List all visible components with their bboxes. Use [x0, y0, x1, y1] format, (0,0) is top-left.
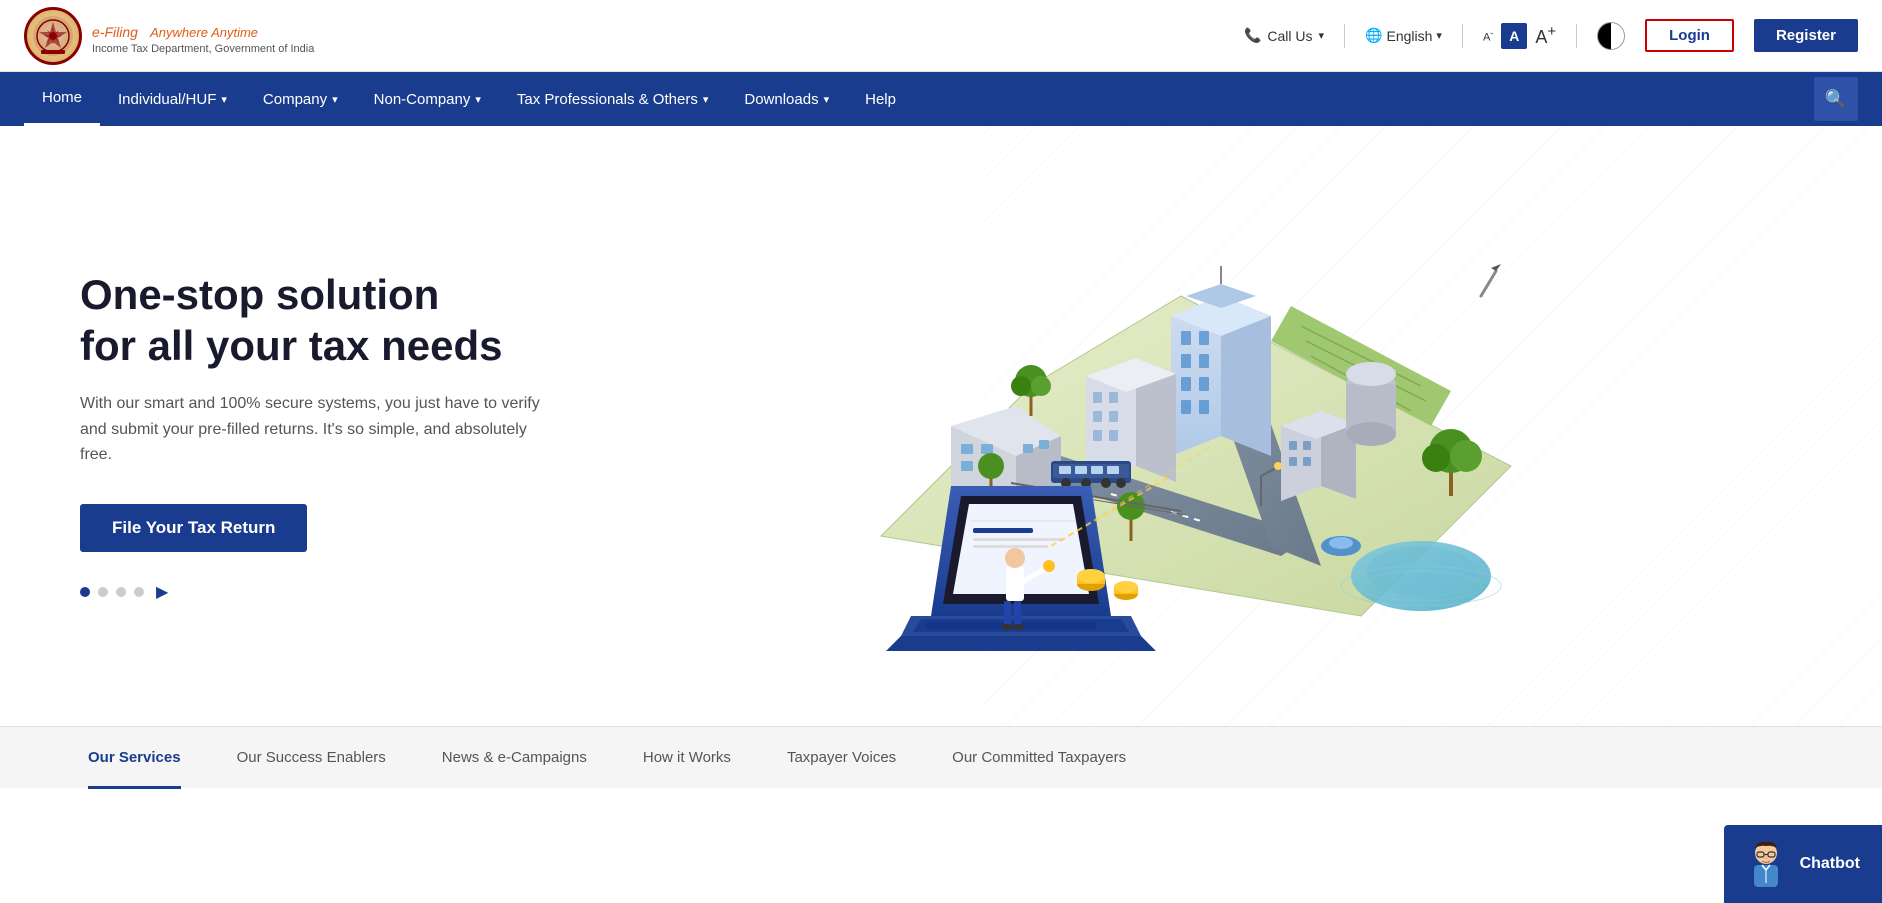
globe-icon: 🌐 — [1365, 27, 1382, 44]
carousel-next-arrow[interactable]: ▶ — [156, 582, 168, 602]
logo-area[interactable]: e-Filing Anywhere Anytime Income Tax Dep… — [24, 7, 314, 65]
language-chevron: ▾ — [1436, 29, 1442, 42]
font-decrease-button[interactable]: A- — [1483, 28, 1493, 44]
chatbot-button[interactable]: Chatbot — [1724, 825, 1882, 903]
hero-section: One-stop solution for all your tax needs… — [0, 126, 1882, 726]
city-scene — [831, 196, 1531, 676]
hero-content: One-stop solution for all your tax needs… — [80, 270, 560, 602]
dot-4[interactable] — [134, 587, 144, 597]
search-icon: 🔍 — [1825, 89, 1847, 110]
logo-text: e-Filing Anywhere Anytime Income Tax Dep… — [92, 17, 314, 55]
nav-item-help[interactable]: Help — [847, 72, 914, 126]
font-increase-button[interactable]: A+ — [1535, 23, 1556, 48]
logo-subtitle: Income Tax Department, Government of Ind… — [92, 43, 314, 55]
nav-item-downloads[interactable]: Downloads ▾ — [726, 72, 847, 126]
file-tax-return-button[interactable]: File Your Tax Return — [80, 504, 307, 552]
contrast-toggle[interactable] — [1597, 22, 1625, 50]
nav-items-list: Home Individual/HUF ▾ Company ▾ Non-Comp… — [24, 72, 1814, 126]
chevron-downloads: ▾ — [824, 93, 830, 106]
phone-icon: 📞 — [1244, 27, 1261, 44]
divider-1 — [1344, 24, 1345, 48]
nav-search-button[interactable]: 🔍 — [1814, 77, 1858, 121]
chevron-noncompany: ▾ — [475, 93, 481, 106]
chevron-individual: ▾ — [221, 93, 227, 106]
dot-2[interactable] — [98, 587, 108, 597]
logo-efiling: e-Filing Anywhere Anytime — [92, 17, 314, 43]
call-us-label: Call Us — [1267, 28, 1312, 44]
tab-committed-taxpayers[interactable]: Our Committed Taxpayers — [924, 727, 1154, 789]
chatbot-label: Chatbot — [1800, 855, 1860, 873]
font-controls: A- A A+ — [1483, 23, 1556, 49]
tab-success-enablers[interactable]: Our Success Enablers — [209, 727, 414, 789]
dot-1[interactable] — [80, 587, 90, 597]
divider-2 — [1462, 24, 1463, 48]
tab-our-services[interactable]: Our Services — [60, 727, 209, 789]
hero-carousel-dots: ▶ — [80, 582, 560, 602]
chevron-company: ▾ — [332, 93, 338, 106]
hero-illustration — [560, 186, 1802, 686]
logo-tagline: Anywhere Anytime — [150, 25, 258, 40]
call-us-chevron: ▾ — [1319, 29, 1325, 42]
tab-taxpayer-voices[interactable]: Taxpayer Voices — [759, 727, 924, 789]
login-button[interactable]: Login — [1645, 19, 1734, 52]
nav-item-home[interactable]: Home — [24, 72, 100, 126]
header-controls: 📞 Call Us ▾ 🌐 English ▾ A- A A+ Login Re… — [1244, 19, 1858, 52]
register-button[interactable]: Register — [1754, 19, 1858, 52]
chevron-tax-professionals: ▾ — [703, 93, 709, 106]
dot-3[interactable] — [116, 587, 126, 597]
chatbot-avatar-icon — [1746, 839, 1786, 889]
tab-news-ecampaigns[interactable]: News & e-Campaigns — [414, 727, 615, 789]
main-navbar: Home Individual/HUF ▾ Company ▾ Non-Comp… — [0, 72, 1882, 126]
hero-title: One-stop solution for all your tax needs — [80, 270, 560, 371]
nav-item-individual[interactable]: Individual/HUF ▾ — [100, 72, 245, 126]
tab-how-it-works[interactable]: How it Works — [615, 727, 759, 789]
nav-item-company[interactable]: Company ▾ — [245, 72, 356, 126]
font-normal-button[interactable]: A — [1501, 23, 1527, 49]
call-us-dropdown[interactable]: 📞 Call Us ▾ — [1244, 27, 1324, 44]
language-label: English — [1387, 28, 1433, 44]
nav-item-tax-professionals[interactable]: Tax Professionals & Others ▾ — [499, 72, 726, 126]
hero-subtitle: With our smart and 100% secure systems, … — [80, 391, 560, 468]
emblem-logo — [24, 7, 82, 65]
bottom-section-tabs: Our Services Our Success Enablers News &… — [0, 726, 1882, 788]
divider-3 — [1576, 24, 1577, 48]
language-dropdown[interactable]: 🌐 English ▾ — [1365, 27, 1442, 44]
nav-item-noncompany[interactable]: Non-Company ▾ — [356, 72, 499, 126]
site-header: e-Filing Anywhere Anytime Income Tax Dep… — [0, 0, 1882, 72]
